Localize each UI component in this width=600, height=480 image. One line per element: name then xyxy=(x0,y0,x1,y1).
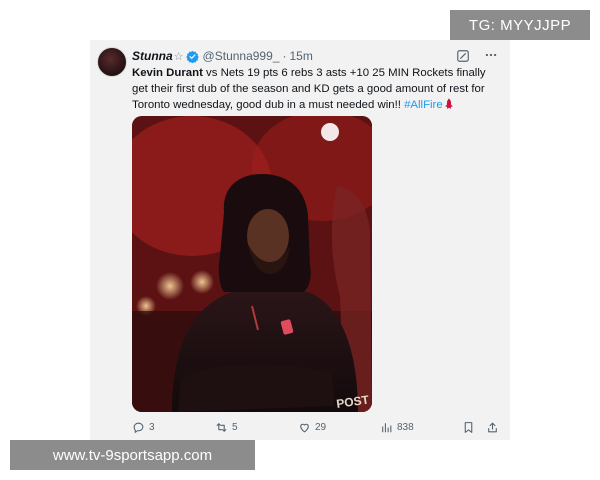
bookmark-button[interactable] xyxy=(462,418,479,436)
share-icon xyxy=(488,422,497,432)
reply-icon xyxy=(133,422,144,433)
reply-count: 3 xyxy=(149,421,155,433)
bookmark-icon xyxy=(464,421,473,433)
reply-button[interactable]: 3 xyxy=(132,418,155,436)
like-count: 29 xyxy=(315,421,327,433)
retweet-count: 5 xyxy=(232,421,238,433)
share-button[interactable] xyxy=(486,418,503,436)
rockets-logo-icon xyxy=(444,98,453,109)
retweet-button[interactable]: 5 xyxy=(215,418,238,436)
tweet-text: Kevin Durant vs Nets 19 pts 6 rebs 3 ast… xyxy=(132,65,504,113)
avatar[interactable] xyxy=(97,47,127,77)
grok-icon[interactable] xyxy=(456,49,470,63)
timestamp-separator: · xyxy=(282,49,287,63)
tweet-card[interactable]: Stunna ☆ @Stunna999_ · 15m Kevin Durant … xyxy=(90,40,510,440)
verified-badge-icon xyxy=(185,50,199,63)
handle[interactable]: @Stunna999_ xyxy=(203,49,280,63)
timestamp[interactable]: 15m xyxy=(289,49,312,63)
name-star-symbol: ☆ xyxy=(173,50,184,63)
hashtag-allfire[interactable]: #AllFire xyxy=(404,99,443,111)
views-count: 838 xyxy=(397,421,414,433)
watermark-telegram: TG: MYYJJPP xyxy=(450,10,590,40)
watermark-website: www.tv-9sportsapp.com xyxy=(10,440,255,470)
photo-kevin-durant-illustration: POST xyxy=(132,116,372,412)
mention-kevin-durant[interactable]: Kevin Durant xyxy=(132,67,203,79)
retweet-icon xyxy=(216,422,227,432)
display-name[interactable]: Stunna xyxy=(132,49,173,63)
tweet-header: Stunna ☆ @Stunna999_ · 15m xyxy=(132,48,313,64)
views-button[interactable]: 838 xyxy=(380,418,414,436)
tweet-photo[interactable]: POST xyxy=(132,116,372,412)
action-bar: 3 5 29 838 xyxy=(132,418,502,436)
like-button[interactable]: 29 xyxy=(298,418,326,436)
heart-icon xyxy=(300,423,309,432)
more-options-icon[interactable] xyxy=(484,48,498,62)
views-chart-icon xyxy=(382,422,392,432)
